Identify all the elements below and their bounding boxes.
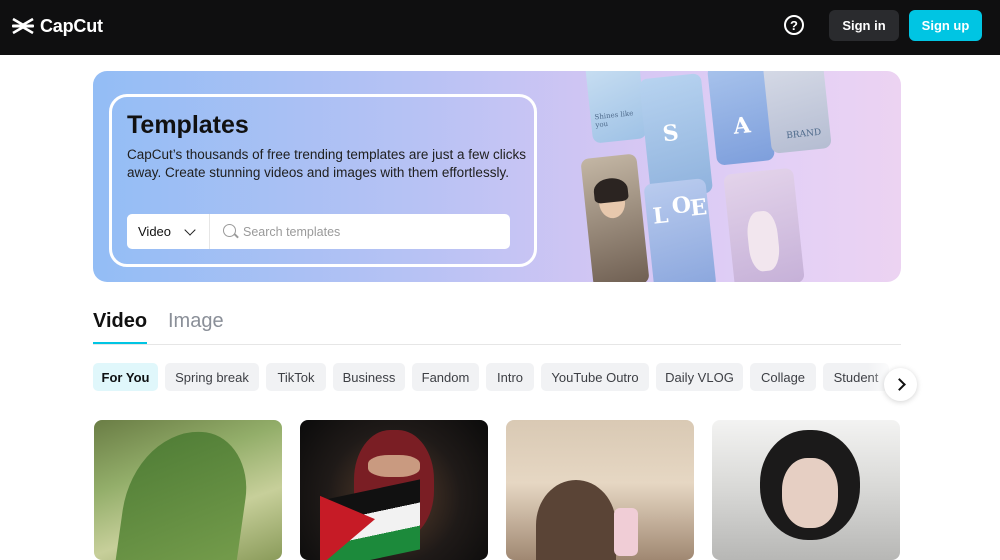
template-card[interactable] [712,420,900,560]
collage-tile: BRAND [762,71,832,154]
template-preview-collage: Shines like you S A BRAND L O E [580,71,901,282]
collage-tile-photo [723,167,805,282]
thumbnail-phone [614,508,638,556]
collage-letter: A [732,112,752,140]
capcut-logo[interactable]: CapCut [11,14,103,38]
top-navigation-bar: CapCut ? Sign in Sign up [0,0,1000,55]
template-card[interactable] [94,420,282,560]
chip-daily-vlog[interactable]: Daily VLOG [656,363,743,391]
collage-caption: BRAND [785,127,822,142]
search-type-dropdown[interactable]: Video [127,214,210,249]
collage-letter: E [688,194,709,222]
tab-image[interactable]: Image [168,310,224,333]
thumbnail-eyes [368,455,420,477]
chip-tiktok[interactable]: TikTok [266,363,326,391]
collage-letter: S [661,119,680,148]
thumbnail-leaf [114,422,254,560]
thumbnail-hijab [536,480,616,560]
search-input[interactable] [243,222,498,241]
chip-collage[interactable]: Collage [750,363,816,391]
thumbnail-flag-triangle [320,484,375,560]
template-card[interactable] [300,420,488,560]
capcut-logo-icon [12,17,34,35]
chip-intro[interactable]: Intro [486,363,534,391]
thumbnail-face [782,458,838,528]
help-question-icon[interactable]: ? [784,15,804,35]
search-icon [223,224,236,237]
collage-tile: L O E [643,178,717,282]
chip-business[interactable]: Business [333,363,405,391]
portrait-hair [592,176,629,204]
collage-letter: L [651,202,670,230]
tab-video[interactable]: Video [93,310,147,333]
category-chip-row: For You Spring break TikTok Business Fan… [93,363,893,391]
active-tab-indicator [93,342,147,344]
search-type-value: Video [138,224,172,239]
collage-tile: Shines like you [584,71,648,144]
chip-fandom[interactable]: Fandom [412,363,479,391]
collage-caption: Shines like you [594,109,634,130]
media-type-tabs: Video Image [93,306,901,345]
sign-in-button[interactable]: Sign in [829,10,899,41]
chip-youtube-outro[interactable]: YouTube Outro [541,363,649,391]
page-title: Templates [127,111,249,139]
logo-text: CapCut [40,15,103,36]
templates-hero-banner: Templates CapCut’s thousands of free tre… [93,71,901,282]
chip-for-you[interactable]: For You [93,363,158,391]
chevron-right-icon[interactable] [884,368,917,401]
template-card[interactable] [506,420,694,560]
collage-tile-portrait [580,153,650,282]
chip-spring-break[interactable]: Spring break [165,363,259,391]
hero-description: CapCut’s thousands of free trending temp… [127,147,526,180]
template-search-bar: Video [127,214,510,249]
hero-text-card: Templates CapCut’s thousands of free tre… [109,94,537,267]
photo-figure [745,209,782,273]
chevron-down-icon [184,224,196,236]
sign-up-button[interactable]: Sign up [909,10,982,41]
